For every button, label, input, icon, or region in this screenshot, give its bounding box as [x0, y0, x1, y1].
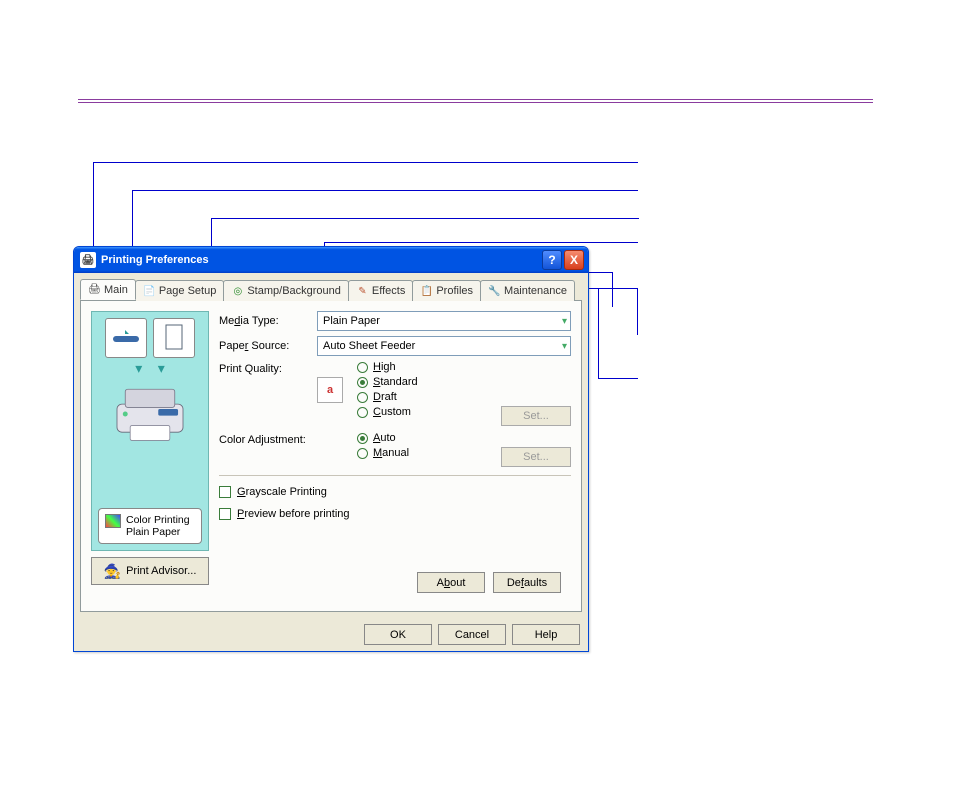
profiles-icon: 📋: [420, 285, 433, 298]
color-adjustment-label: Color Adjustment:: [219, 432, 317, 459]
callout-line: [612, 272, 613, 307]
separator-double: [78, 99, 873, 103]
color-swatch-icon: [105, 514, 121, 528]
chevron-down-icon: ▾: [562, 316, 567, 327]
tab-profiles[interactable]: 📋 Profiles: [412, 280, 481, 301]
radio-high[interactable]: High: [357, 361, 418, 373]
tab-effects[interactable]: ✎ Effects: [348, 280, 413, 301]
radio-draft[interactable]: Draft: [357, 391, 418, 403]
titlebar[interactable]: 🖨 Printing Preferences ? X: [74, 247, 588, 273]
defaults-button[interactable]: Defaults: [493, 572, 561, 593]
tab-label: Page Setup: [159, 285, 217, 297]
info-line: Color Printing: [126, 514, 190, 526]
radio-auto[interactable]: Auto: [357, 432, 409, 444]
page-icon: 📄: [143, 285, 156, 298]
tab-label: Main: [104, 284, 128, 296]
titlebar-close-button[interactable]: X: [564, 250, 584, 270]
radio-custom[interactable]: Custom: [357, 406, 418, 418]
chevron-down-icon: ▾: [562, 341, 567, 352]
callout-line: [598, 378, 638, 379]
tab-maintenance[interactable]: 🔧 Maintenance: [480, 280, 575, 301]
callout-line: [211, 218, 639, 219]
print-quality-label: Print Quality:: [219, 361, 317, 418]
preview-checkbox[interactable]: Preview before printing: [219, 508, 571, 520]
printer-icon: 🖨: [88, 283, 101, 296]
maintenance-icon: 🔧: [488, 285, 501, 298]
preview-page-icon: [153, 318, 195, 358]
combo-value: Plain Paper: [323, 315, 380, 327]
preview-info-box: Color Printing Plain Paper: [98, 508, 202, 544]
radio-standard[interactable]: Standard: [357, 376, 418, 388]
tab-label: Profiles: [436, 285, 473, 297]
tabstrip: 🖨 Main 📄 Page Setup ◎ Stamp/Background ✎…: [74, 273, 588, 300]
quality-set-button[interactable]: Set...: [501, 406, 571, 426]
advisor-icon: 🧙: [104, 563, 121, 580]
app-icon: 🖨: [80, 252, 96, 268]
tab-stamp-background[interactable]: ◎ Stamp/Background: [223, 280, 349, 301]
quality-icon: a: [317, 377, 343, 403]
paper-source-label: Paper Source:: [219, 340, 317, 352]
callout-line: [132, 190, 638, 191]
print-advisor-button[interactable]: 🧙 Print Advisor...: [91, 557, 209, 585]
callout-line: [598, 288, 599, 379]
printing-preferences-window: 🖨 Printing Preferences ? X 🖨 Main 📄 Page…: [73, 246, 589, 652]
color-set-button[interactable]: Set...: [501, 447, 571, 467]
preview-arrow: ▾ ▾: [98, 360, 202, 377]
media-type-combo[interactable]: Plain Paper ▾: [317, 311, 571, 331]
preview-printer-image: [98, 381, 202, 450]
help-button[interactable]: Help: [512, 624, 580, 645]
about-button[interactable]: About: [417, 572, 485, 593]
paper-source-combo[interactable]: Auto Sheet Feeder ▾: [317, 336, 571, 356]
callout-line: [93, 162, 638, 163]
cancel-button[interactable]: Cancel: [438, 624, 506, 645]
window-title: Printing Preferences: [101, 254, 540, 266]
tab-panel-main: ▾ ▾ Color Printing Plain Paper: [80, 300, 582, 612]
tab-label: Stamp/Background: [247, 285, 341, 297]
info-line: Plain Paper: [126, 526, 190, 538]
tab-page-setup[interactable]: 📄 Page Setup: [135, 280, 225, 301]
preview-feed-icon: [105, 318, 147, 358]
media-type-label: Media Type:: [219, 315, 317, 327]
dialog-button-row: OK Cancel Help: [74, 618, 588, 651]
advisor-label: Print Advisor...: [126, 565, 196, 577]
grayscale-checkbox[interactable]: Grayscale Printing: [219, 486, 571, 498]
titlebar-help-button[interactable]: ?: [542, 250, 562, 270]
stamp-icon: ◎: [231, 285, 244, 298]
tab-label: Effects: [372, 285, 405, 297]
combo-value: Auto Sheet Feeder: [323, 340, 415, 352]
separator: [219, 475, 571, 476]
tab-label: Maintenance: [504, 285, 567, 297]
callout-line: [324, 242, 638, 243]
preview-panel: ▾ ▾ Color Printing Plain Paper: [91, 311, 209, 551]
radio-manual[interactable]: Manual: [357, 447, 409, 459]
callout-line: [637, 288, 638, 335]
ok-button[interactable]: OK: [364, 624, 432, 645]
tab-main[interactable]: 🖨 Main: [80, 279, 136, 300]
effects-icon: ✎: [356, 285, 369, 298]
